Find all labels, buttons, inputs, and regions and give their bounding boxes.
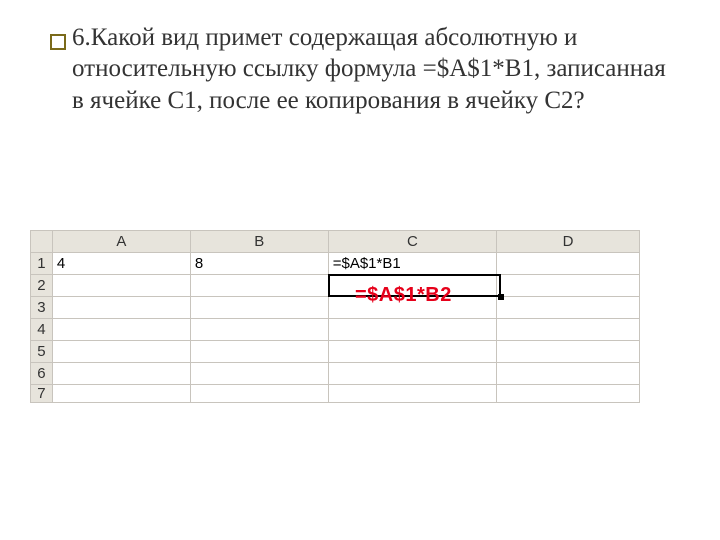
cell-A1[interactable]: 4 — [52, 253, 190, 275]
cell-B5[interactable] — [190, 341, 328, 363]
cell-A2[interactable] — [52, 275, 190, 297]
cell-C4[interactable] — [328, 319, 496, 341]
col-header-C[interactable]: C — [328, 231, 496, 253]
row-header-3[interactable]: 3 — [31, 297, 53, 319]
cell-B4[interactable] — [190, 319, 328, 341]
cell-A5[interactable] — [52, 341, 190, 363]
header-row: A B C D — [31, 231, 640, 253]
bullet-icon — [50, 34, 66, 50]
col-header-B[interactable]: B — [190, 231, 328, 253]
cell-D2[interactable] — [497, 275, 640, 297]
cell-A4[interactable] — [52, 319, 190, 341]
row-header-5[interactable]: 5 — [31, 341, 53, 363]
fill-handle-icon[interactable] — [498, 294, 504, 300]
row-header-1[interactable]: 1 — [31, 253, 53, 275]
table-row: 6 — [31, 363, 640, 385]
table-row: 2 — [31, 275, 640, 297]
row-header-7[interactable]: 7 — [31, 385, 53, 403]
spreadsheet-table: A B C D 1 4 8 =$A$1*B1 2 3 — [30, 230, 640, 403]
table-row: 1 4 8 =$A$1*B1 — [31, 253, 640, 275]
row-header-2[interactable]: 2 — [31, 275, 53, 297]
cell-D1[interactable] — [497, 253, 640, 275]
cell-B1[interactable]: 8 — [190, 253, 328, 275]
cell-C5[interactable] — [328, 341, 496, 363]
table-row: 5 — [31, 341, 640, 363]
cell-C1[interactable]: =$A$1*B1 — [328, 253, 496, 275]
cell-B2[interactable] — [190, 275, 328, 297]
cell-D5[interactable] — [497, 341, 640, 363]
question-text: 6.Какой вид примет содержащая абсолютную… — [72, 22, 680, 116]
table-row: 4 — [31, 319, 640, 341]
cell-A6[interactable] — [52, 363, 190, 385]
row-header-4[interactable]: 4 — [31, 319, 53, 341]
row-header-6[interactable]: 6 — [31, 363, 53, 385]
table-row: 3 — [31, 297, 640, 319]
answer-overlay: =$A$1*B2 — [355, 284, 452, 307]
cell-B7[interactable] — [190, 385, 328, 403]
table-row: 7 — [31, 385, 640, 403]
col-header-A[interactable]: A — [52, 231, 190, 253]
spreadsheet: A B C D 1 4 8 =$A$1*B1 2 3 — [30, 230, 640, 403]
cell-C7[interactable] — [328, 385, 496, 403]
cell-A7[interactable] — [52, 385, 190, 403]
cell-B3[interactable] — [190, 297, 328, 319]
cell-C6[interactable] — [328, 363, 496, 385]
cell-B6[interactable] — [190, 363, 328, 385]
cell-D6[interactable] — [497, 363, 640, 385]
corner-cell — [31, 231, 53, 253]
cell-A3[interactable] — [52, 297, 190, 319]
cell-D7[interactable] — [497, 385, 640, 403]
cell-D3[interactable] — [497, 297, 640, 319]
cell-D4[interactable] — [497, 319, 640, 341]
col-header-D[interactable]: D — [497, 231, 640, 253]
